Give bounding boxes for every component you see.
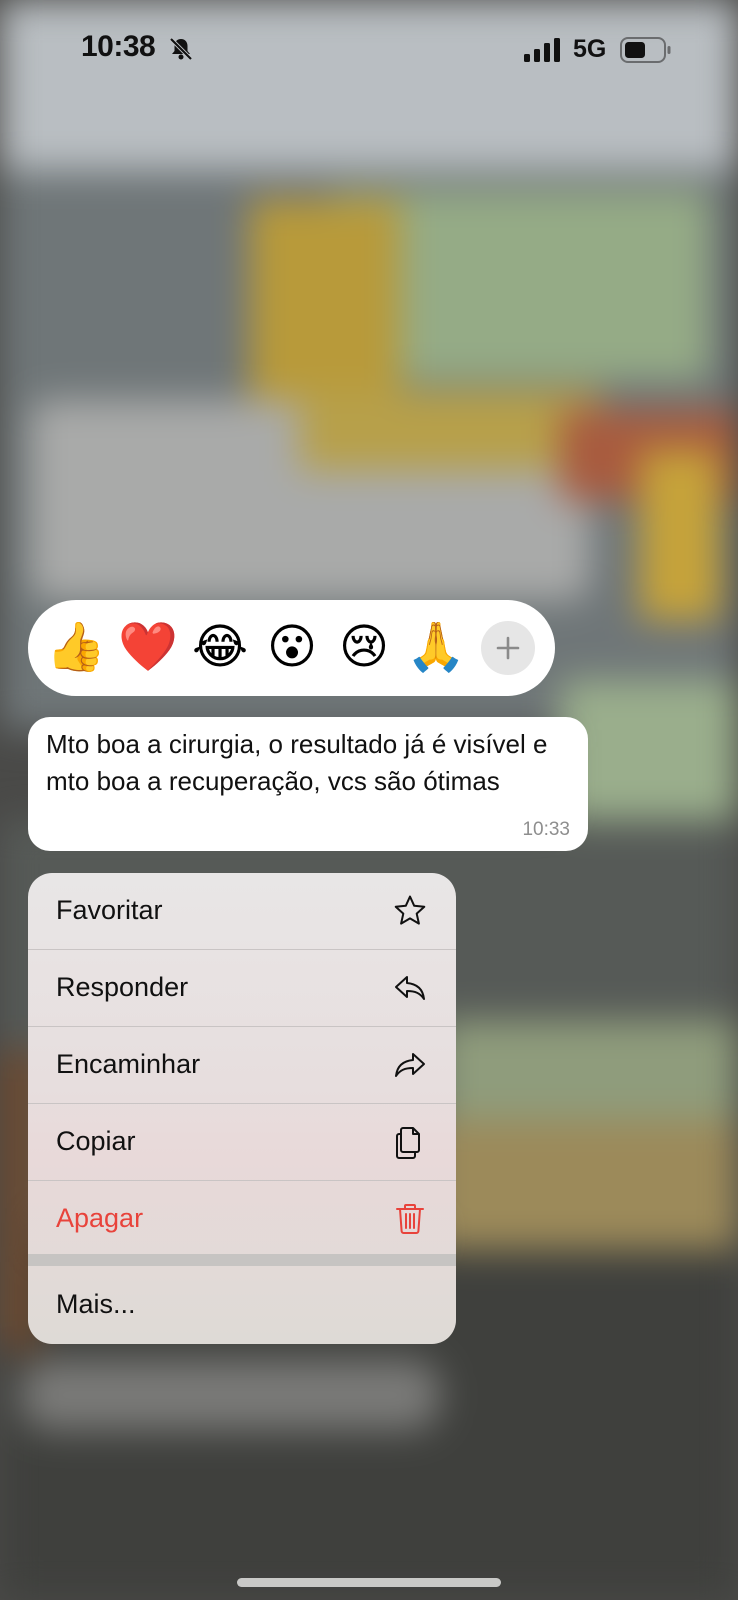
menu-item-forward[interactable]: Encaminhar: [28, 1027, 456, 1103]
reaction-crying[interactable]: 😢: [334, 617, 394, 677]
home-indicator[interactable]: [237, 1578, 501, 1587]
menu-item-copy[interactable]: Copiar: [28, 1104, 456, 1180]
menu-item-more[interactable]: Mais...: [28, 1267, 456, 1343]
status-bar: 10:38 5G: [0, 0, 738, 100]
reaction-thumbs-up[interactable]: 👍: [46, 617, 106, 677]
reaction-heart[interactable]: ❤️: [118, 617, 178, 677]
menu-item-reply[interactable]: Responder: [28, 950, 456, 1026]
message-timestamp: 10:33: [522, 819, 570, 840]
menu-item-label: Mais...: [56, 1289, 136, 1319]
battery-icon: [620, 37, 671, 63]
reaction-surprised[interactable]: 😮: [262, 617, 322, 677]
menu-item-delete[interactable]: Apagar: [28, 1181, 456, 1257]
bell-slash-icon: [169, 37, 193, 61]
plus-icon: [496, 636, 520, 660]
star-icon: [394, 895, 426, 925]
menu-item-label: Favoritar: [56, 895, 163, 925]
menu-item-label: Copiar: [56, 1126, 136, 1156]
forward-icon: [395, 1053, 425, 1077]
menu-item-label: Encaminhar: [56, 1049, 201, 1079]
reply-icon: [395, 976, 425, 1000]
menu-item-label: Responder: [56, 972, 189, 1002]
signal-icon: [524, 38, 560, 62]
more-reactions-button[interactable]: [481, 621, 535, 675]
message-bubble[interactable]: Mto boa a cirurgia, o resultado já é vis…: [28, 717, 588, 851]
reaction-bar: 👍 ❤️ 😂 😮 😢 🙏: [28, 600, 555, 696]
trash-icon: [396, 1204, 424, 1234]
message-context-menu: Favoritar Responder Encaminhar Copiar Ap…: [28, 873, 456, 1344]
reaction-folded-hands[interactable]: 🙏: [406, 617, 466, 677]
menu-divider: [28, 1254, 456, 1266]
message-text: Mto boa a cirurgia, o resultado já é vis…: [46, 729, 548, 796]
copy-icon: [396, 1127, 420, 1159]
menu-item-favorite[interactable]: Favoritar: [28, 873, 456, 949]
reaction-tears-of-joy[interactable]: 😂: [190, 617, 250, 677]
menu-item-label: Apagar: [56, 1203, 144, 1233]
network-type: 5G: [573, 35, 607, 63]
status-time: 10:38: [81, 30, 156, 63]
